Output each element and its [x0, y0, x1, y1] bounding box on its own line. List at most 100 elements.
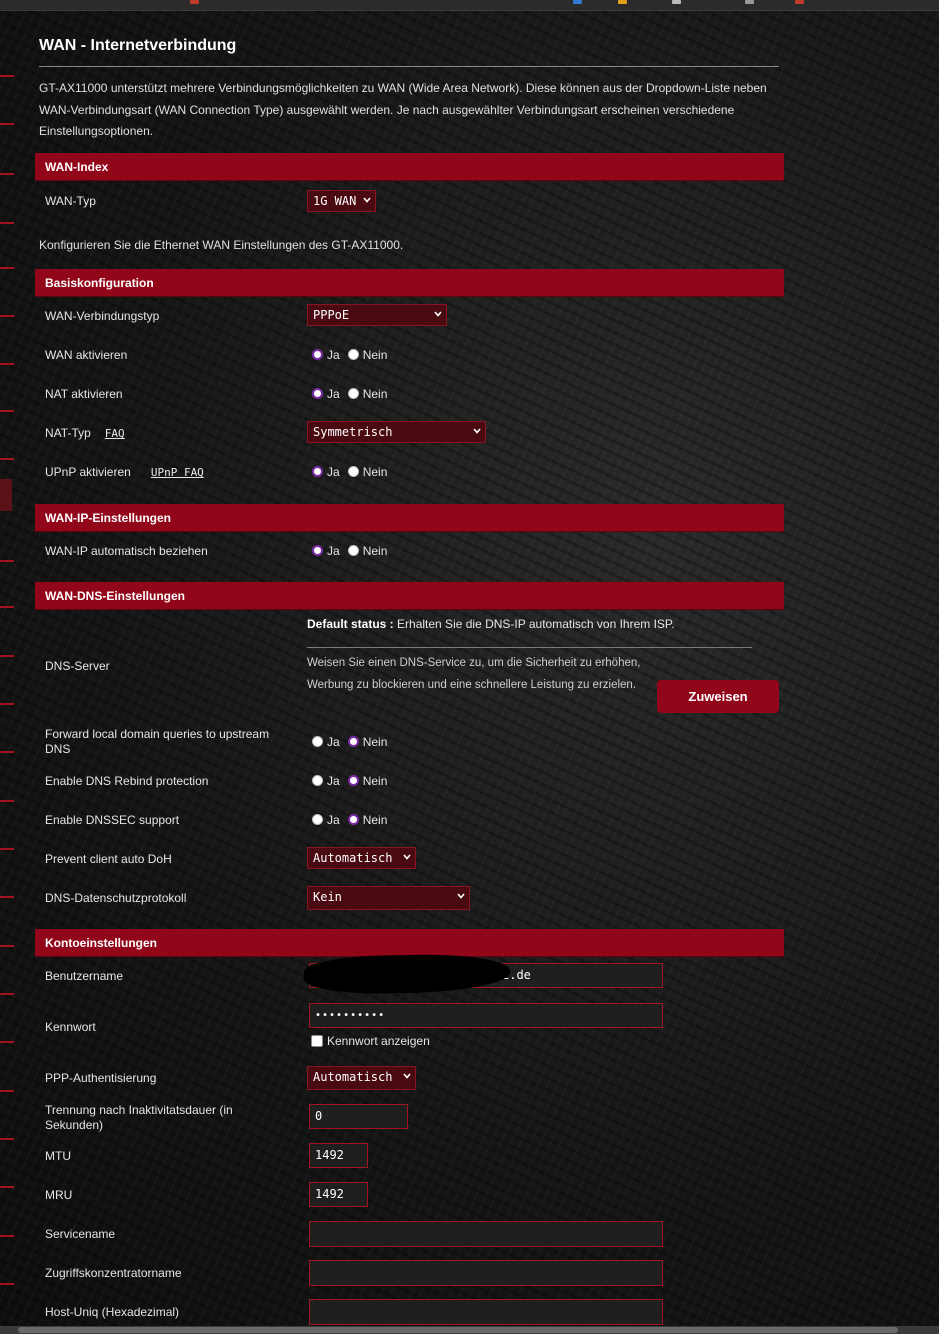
horizontal-scrollbar[interactable] — [0, 1326, 939, 1334]
dnssec-no-radio[interactable] — [347, 813, 359, 825]
ppp-auth-label: PPP-Authentisierung — [45, 1071, 157, 1085]
edge-marker — [0, 1041, 14, 1043]
conn-type-label: WAN-Verbindungstyp — [45, 309, 160, 323]
edge-marker — [0, 1138, 14, 1140]
mru-input[interactable]: 1492 — [309, 1182, 368, 1207]
chevron-down-icon — [403, 1073, 411, 1079]
forward-dns-yes-radio[interactable] — [312, 735, 323, 747]
nat-type-faq-link[interactable]: FAQ — [105, 427, 125, 440]
wan-ip-auto-no-radio[interactable] — [347, 544, 359, 556]
edge-marker — [0, 173, 14, 175]
nat-enable-radios: Ja Nein — [312, 386, 395, 402]
section-basic-config: Basiskonfiguration — [35, 269, 784, 297]
forward-dns-no-radio[interactable] — [347, 735, 359, 747]
intro-text: GT-AX11000 unterstützt mehrere Verbindun… — [39, 81, 767, 138]
upnp-no-radio[interactable] — [347, 465, 359, 477]
edge-marker — [0, 848, 14, 850]
ethernet-note: Konfigurieren Sie die Ethernet WAN Einst… — [39, 238, 404, 252]
edge-marker — [0, 1090, 14, 1092]
edge-marker — [0, 75, 14, 77]
concentrator-name-input[interactable] — [309, 1260, 663, 1286]
doh-select[interactable]: Automatisch — [307, 847, 416, 869]
nat-enable-yes-radio[interactable] — [312, 387, 323, 399]
idle-timeout-label: Trennung nach Inaktivitatsdauer (in Seku… — [45, 1103, 233, 1132]
password-input[interactable]: •••••••••• — [309, 1003, 663, 1028]
radio-label-no: Nein — [362, 774, 388, 788]
section-account: Kontoeinstellungen — [35, 929, 784, 957]
assign-dns-button[interactable]: Zuweisen — [657, 680, 779, 713]
chevron-down-icon — [473, 428, 481, 434]
edge-marker — [0, 315, 14, 317]
upnp-yes-radio[interactable] — [312, 465, 323, 477]
section-wan-dns: WAN-DNS-Einstellungen — [35, 582, 784, 610]
edge-marker — [0, 800, 14, 802]
ppp-auth-select[interactable]: Automatisch — [307, 1066, 416, 1090]
radio-label-yes: Ja — [327, 465, 340, 479]
doh-value: Automatisch — [313, 851, 393, 865]
wan-enable-yes-radio[interactable] — [312, 348, 323, 360]
scrollbar-thumb[interactable] — [18, 1327, 898, 1333]
service-name-input[interactable] — [309, 1221, 663, 1247]
radio-label-yes: Ja — [327, 774, 340, 788]
show-password-checkbox[interactable] — [311, 1035, 323, 1047]
password-label: Kennwort — [45, 1020, 96, 1034]
nat-type-label-text: NAT-Typ — [45, 426, 91, 440]
dns-default-status-key: Default status : — [307, 617, 394, 631]
nat-type-select[interactable]: Symmetrisch — [307, 421, 486, 443]
upnp-radios: Ja Nein — [312, 464, 395, 480]
section-wan-index: WAN-Index — [35, 153, 784, 181]
edge-marker — [0, 1235, 14, 1237]
page-title: WAN - Internetverbindung — [39, 37, 237, 54]
dns-privacy-select[interactable]: Kein — [307, 886, 470, 910]
wan-type-value: 1G WAN — [313, 194, 357, 208]
dns-service-description: Weisen Sie einen DNS-Service zu, um die … — [307, 657, 641, 691]
conn-type-select[interactable]: PPPoE — [307, 304, 447, 326]
edge-tab — [0, 479, 12, 511]
nat-enable-no-radio[interactable] — [347, 387, 359, 399]
dns-rebind-label: Enable DNS Rebind protection — [45, 774, 209, 788]
radio-label-no: Nein — [362, 735, 388, 749]
radio-label-no: Nein — [362, 348, 388, 362]
dns-rebind-radios: Ja Nein — [312, 773, 395, 789]
dnssec-radios: Ja Nein — [312, 812, 395, 828]
edge-marker — [0, 222, 14, 224]
dns-server-label: DNS-Server — [45, 659, 110, 673]
radio-label-yes: Ja — [327, 813, 340, 827]
edge-marker — [0, 606, 14, 608]
dns-privacy-value: Kein — [313, 890, 342, 904]
show-password-row: Kennwort anzeigen — [311, 1034, 430, 1048]
concentrator-name-label: Zugriffskonzentratorname — [45, 1266, 182, 1280]
radio-label-no: Nein — [362, 387, 388, 401]
edge-marker — [0, 123, 14, 125]
wan-ip-auto-yes-radio[interactable] — [312, 544, 323, 556]
nat-enable-label: NAT aktivieren — [45, 387, 123, 401]
chevron-down-icon — [363, 197, 371, 203]
nat-type-value: Symmetrisch — [313, 425, 393, 439]
edge-marker — [0, 703, 14, 705]
edge-marker — [0, 655, 14, 657]
wan-type-select[interactable]: 1G WAN — [307, 190, 376, 212]
edge-marker — [0, 945, 14, 947]
service-name-label: Servicename — [45, 1227, 116, 1241]
forward-dns-radios: Ja Nein — [312, 734, 395, 750]
dnssec-label: Enable DNSSEC support — [45, 813, 180, 827]
upnp-label: UPnP aktivieren UPnP FAQ — [45, 465, 204, 480]
conn-type-value: PPPoE — [313, 308, 350, 322]
ppp-auth-value: Automatisch — [313, 1070, 393, 1084]
title-divider — [39, 66, 779, 67]
dnssec-yes-radio[interactable] — [312, 813, 323, 825]
host-uniq-input[interactable] — [309, 1299, 663, 1325]
dns-privacy-label: DNS-Datenschutzprotokoll — [45, 891, 187, 905]
edge-marker — [0, 751, 14, 753]
wan-enable-no-radio[interactable] — [347, 348, 359, 360]
idle-timeout-input[interactable]: 0 — [309, 1104, 408, 1129]
chevron-down-icon — [403, 854, 411, 860]
edge-marker — [0, 458, 14, 460]
dns-rebind-yes-radio[interactable] — [312, 774, 323, 786]
radio-label-no: Nein — [362, 465, 388, 479]
username-label: Benutzername — [45, 969, 124, 983]
dns-rebind-no-radio[interactable] — [347, 774, 359, 786]
upnp-faq-link[interactable]: UPnP FAQ — [151, 466, 204, 479]
mtu-input[interactable]: 1492 — [309, 1143, 368, 1168]
upnp-label-text: UPnP aktivieren — [45, 465, 131, 479]
